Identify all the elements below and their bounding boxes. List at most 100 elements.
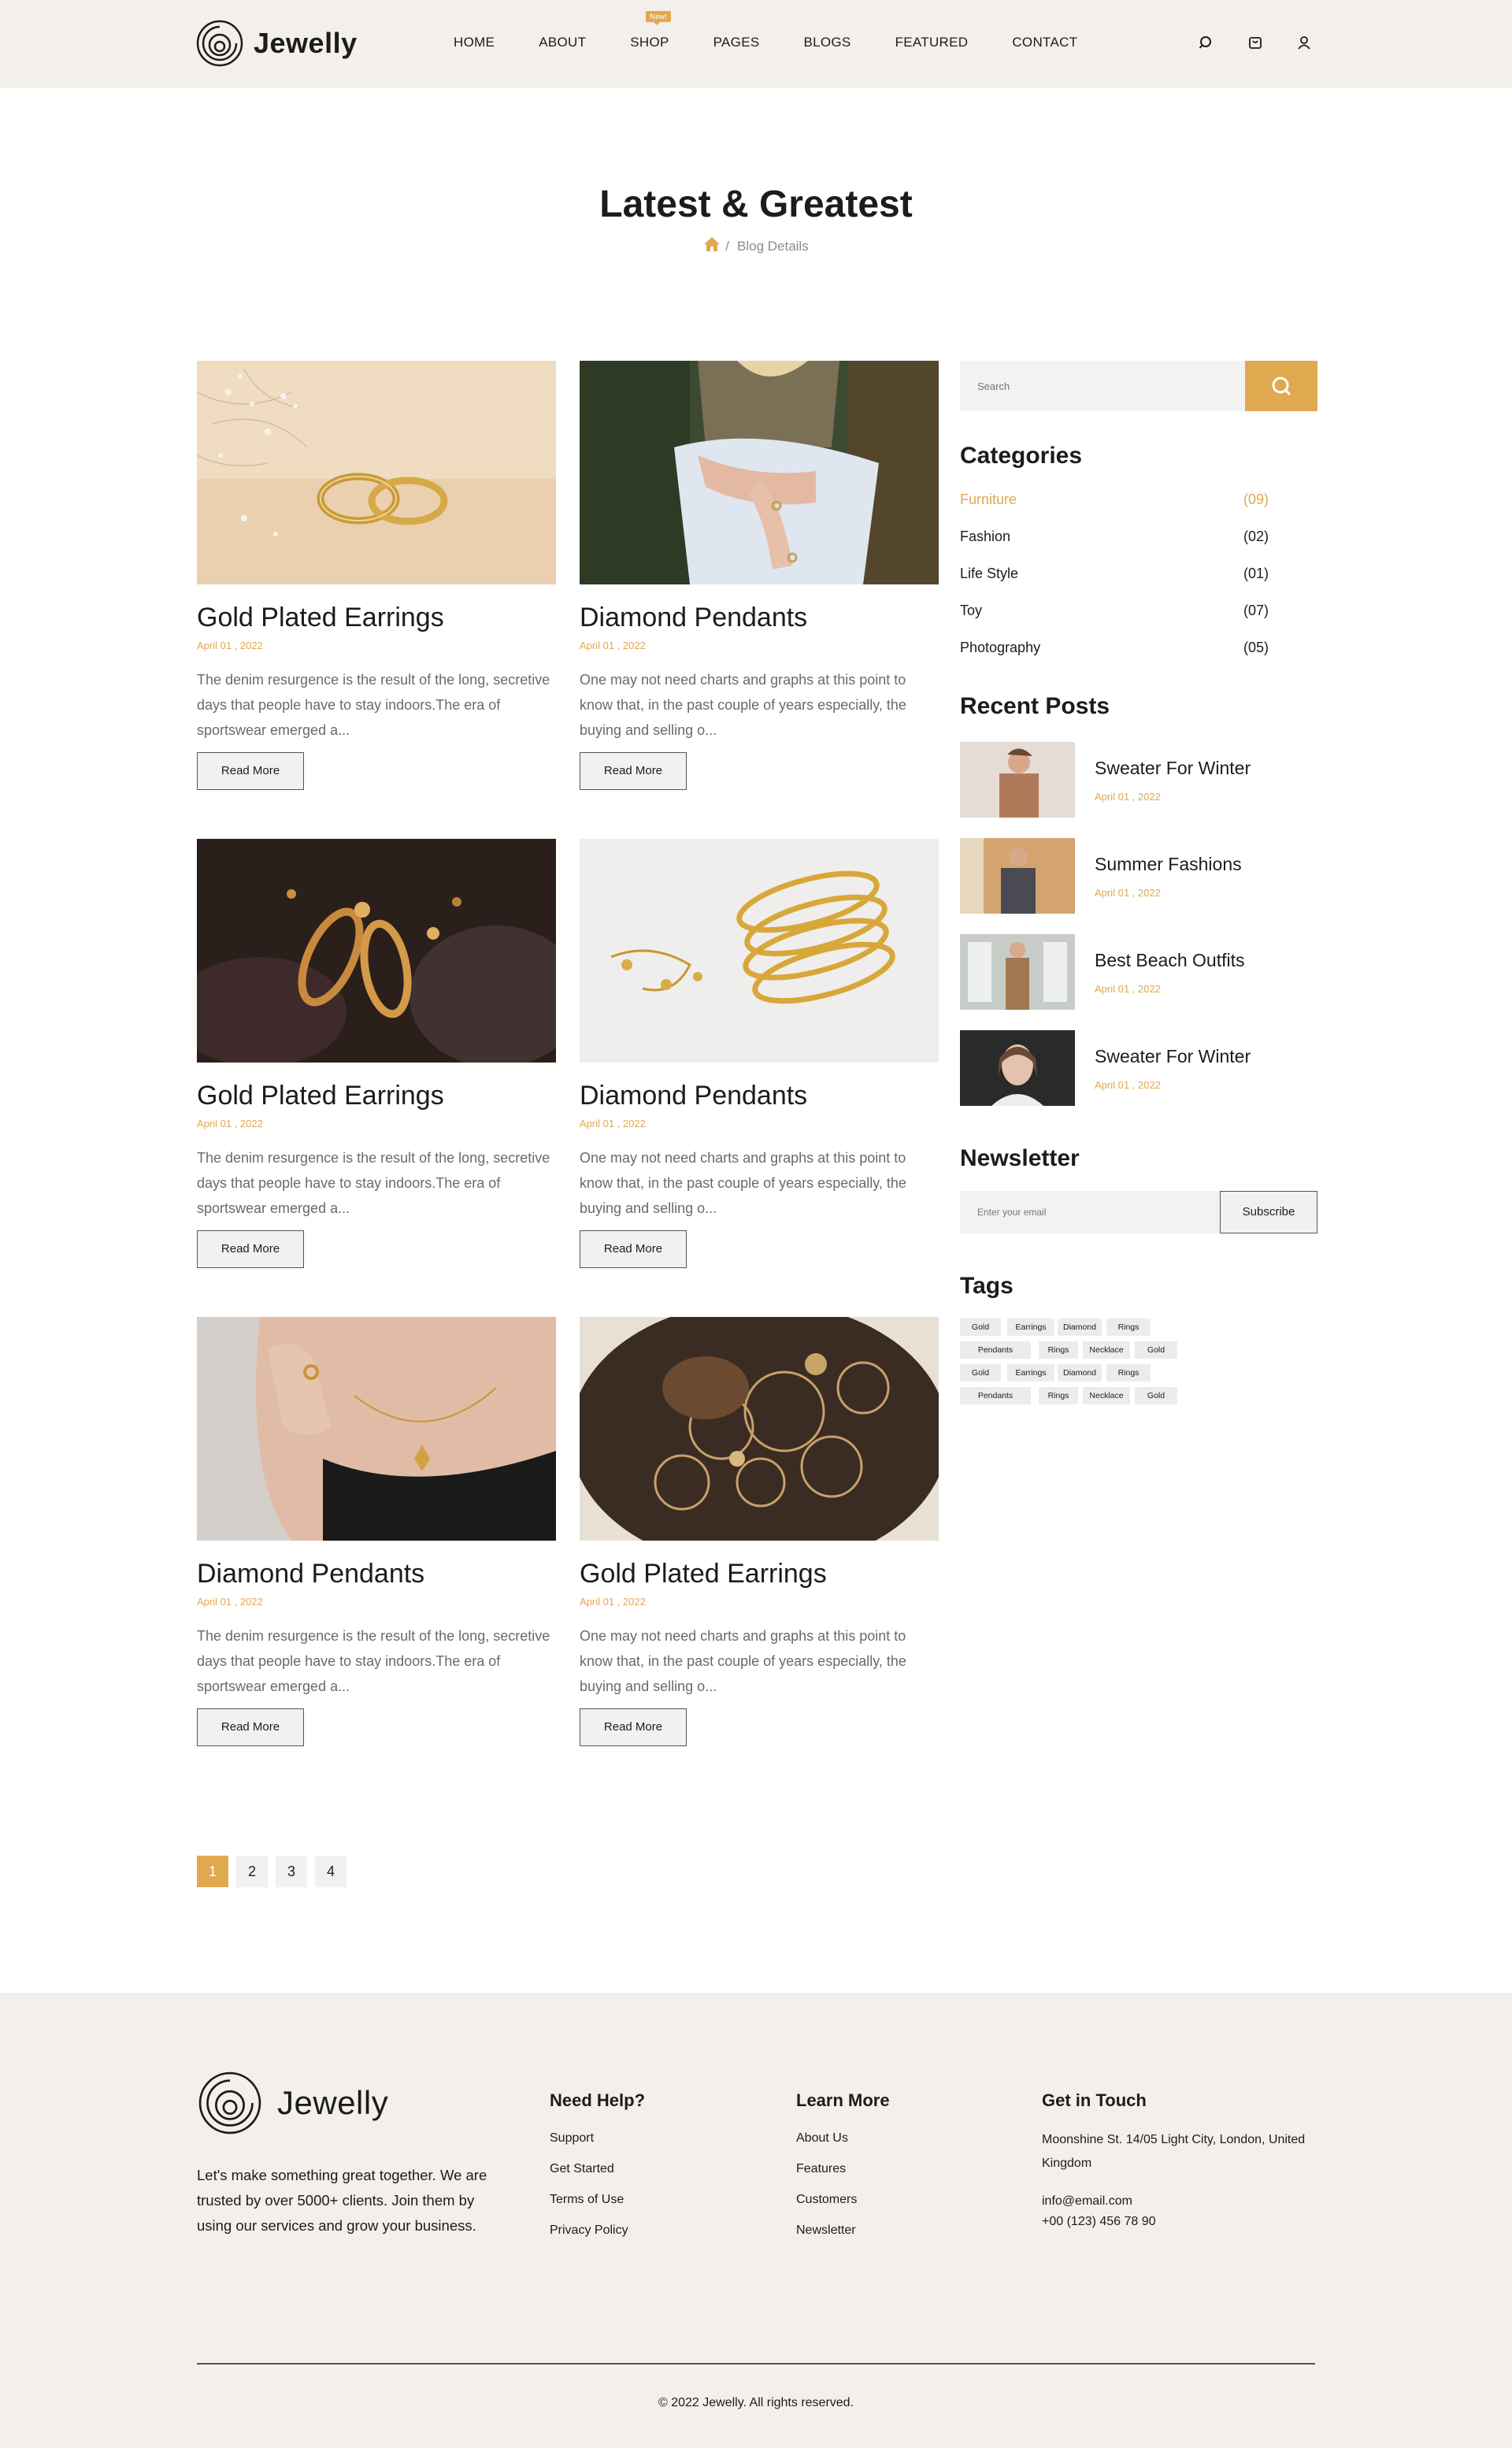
recent-post[interactable]: Sweater For Winter April 01 , 2022: [960, 1030, 1322, 1106]
tag-chip[interactable]: Gold: [1135, 1387, 1177, 1404]
sidebar-search: [960, 361, 1245, 411]
read-more-button[interactable]: Read More: [580, 752, 687, 790]
page-button-2[interactable]: 2: [236, 1856, 268, 1887]
post-excerpt: One may not need charts and graphs at th…: [580, 1150, 906, 1216]
home-icon[interactable]: [703, 236, 721, 256]
footer-help-title: Need Help?: [550, 2090, 646, 2110]
blog-card: Gold Plated Earrings April 01 , 2022 The…: [197, 361, 556, 790]
tag-chip[interactable]: Pendants: [960, 1341, 1031, 1359]
post-image-jewelry-bowl[interactable]: [580, 1317, 939, 1541]
read-more-button[interactable]: Read More: [580, 1708, 687, 1746]
cart-icon[interactable]: [1246, 33, 1265, 52]
nav-pages[interactable]: PAGES: [713, 35, 760, 50]
tag-chip[interactable]: Rings: [1039, 1341, 1078, 1359]
page-button-3[interactable]: 3: [276, 1856, 307, 1887]
nav-shop[interactable]: SHOP New!: [630, 11, 671, 50]
post-image-rings[interactable]: [197, 361, 556, 584]
footer-learn-title: Learn More: [796, 2090, 890, 2110]
main-nav: HOME ABOUT SHOP New! PAGES BLOGS FEATURE…: [454, 11, 1077, 50]
footer-link-terms[interactable]: Terms of Use: [550, 2193, 624, 2207]
page-button-1[interactable]: 1: [197, 1856, 228, 1887]
footer-logo[interactable]: Jewelly: [197, 2070, 388, 2136]
category-item[interactable]: Fashion (02): [960, 529, 1275, 547]
user-icon[interactable]: [1295, 33, 1314, 52]
recent-post-title: Sweater For Winter: [1095, 758, 1251, 778]
tag-chip[interactable]: Rings: [1106, 1364, 1151, 1382]
post-title[interactable]: Gold Plated Earrings: [197, 602, 556, 633]
nav-blogs[interactable]: BLOGS: [803, 35, 850, 50]
footer-link-privacy[interactable]: Privacy Policy: [550, 2224, 628, 2238]
nav-home[interactable]: HOME: [454, 35, 495, 50]
footer-phone[interactable]: +00 (123) 456 78 90: [1042, 2210, 1156, 2234]
category-item[interactable]: Toy (07): [960, 603, 1275, 621]
tag-chip[interactable]: Rings: [1106, 1319, 1151, 1336]
footer-link-newsletter[interactable]: Newsletter: [796, 2224, 856, 2238]
category-count: (09): [1243, 491, 1269, 507]
post-image-gold-bangles[interactable]: [580, 839, 939, 1063]
tag-chip[interactable]: Pendants: [960, 1387, 1031, 1404]
blog-card: Gold Plated Earrings April 01 , 2022 One…: [580, 1317, 939, 1746]
blog-card: Diamond Pendants April 01 , 2022 One may…: [580, 839, 939, 1268]
post-title[interactable]: Diamond Pendants: [580, 602, 939, 633]
tag-chip[interactable]: Gold: [960, 1364, 1001, 1382]
post-title[interactable]: Diamond Pendants: [197, 1558, 556, 1589]
newsletter-email-input[interactable]: [960, 1191, 1220, 1233]
post-image-woman-necklace[interactable]: [197, 1317, 556, 1541]
brand-logo[interactable]: Jewelly: [195, 19, 358, 68]
read-more-button[interactable]: Read More: [197, 1708, 304, 1746]
post-image-hands-rings[interactable]: [580, 361, 939, 584]
tag-chip[interactable]: Diamond: [1058, 1319, 1102, 1336]
category-item[interactable]: Furniture (09): [960, 491, 1275, 510]
category-item[interactable]: Photography (05): [960, 640, 1275, 658]
post-title[interactable]: Gold Plated Earrings: [197, 1080, 556, 1111]
category-item[interactable]: Life Style (01): [960, 566, 1275, 584]
tag-chip[interactable]: Diamond: [1058, 1364, 1102, 1382]
footer-link-features[interactable]: Features: [796, 2162, 846, 2176]
tag-chip[interactable]: Gold: [960, 1319, 1001, 1336]
tag-chip[interactable]: Necklace: [1083, 1341, 1130, 1359]
breadcrumb-current: Blog Details: [737, 239, 809, 254]
footer-link-about[interactable]: About Us: [796, 2131, 848, 2146]
search-icon[interactable]: [1197, 33, 1216, 52]
nav-about[interactable]: ABOUT: [539, 35, 586, 50]
nav-featured[interactable]: FEATURED: [895, 35, 969, 50]
post-date: April 01 , 2022: [197, 1118, 263, 1129]
footer-link-get-started[interactable]: Get Started: [550, 2162, 614, 2176]
spiral-logo-icon: [196, 20, 243, 67]
read-more-button[interactable]: Read More: [197, 1230, 304, 1268]
category-name: Furniture: [960, 491, 1017, 507]
subscribe-button[interactable]: Subscribe: [1220, 1191, 1317, 1233]
post-date: April 01 , 2022: [580, 1596, 646, 1608]
site-footer: Jewelly Let's make something great toget…: [0, 1993, 1512, 2448]
footer-copyright: © 2022 Jewelly. All rights reserved.: [658, 2396, 854, 2409]
page-button-4[interactable]: 4: [315, 1856, 346, 1887]
nav-contact[interactable]: CONTACT: [1012, 35, 1077, 50]
categories-heading: Categories: [960, 443, 1083, 469]
recent-post[interactable]: Summer Fashions April 01 , 2022: [960, 838, 1322, 914]
post-title[interactable]: Diamond Pendants: [580, 1080, 939, 1111]
tag-chip[interactable]: Gold: [1135, 1341, 1177, 1359]
post-title[interactable]: Gold Plated Earrings: [580, 1558, 939, 1589]
category-name: Fashion: [960, 529, 1011, 544]
recent-post-thumbnail: [960, 742, 1075, 818]
footer-link-customers[interactable]: Customers: [796, 2193, 857, 2207]
tag-chip[interactable]: Necklace: [1083, 1387, 1130, 1404]
footer-link-support[interactable]: Support: [550, 2131, 594, 2146]
category-name: Photography: [960, 640, 1041, 655]
category-count: (02): [1243, 529, 1269, 544]
post-image-gold-rings-dark[interactable]: [197, 839, 556, 1063]
recent-post[interactable]: Best Beach Outfits April 01 , 2022: [960, 934, 1322, 1010]
tag-chip[interactable]: Earrings: [1007, 1364, 1054, 1382]
read-more-button[interactable]: Read More: [197, 752, 304, 790]
tag-chip[interactable]: Rings: [1039, 1387, 1078, 1404]
recent-post[interactable]: Sweater For Winter April 01 , 2022: [960, 742, 1322, 818]
tag-chip[interactable]: Earrings: [1007, 1319, 1054, 1336]
recent-post-thumbnail: [960, 934, 1075, 1010]
read-more-button[interactable]: Read More: [580, 1230, 687, 1268]
breadcrumb: / Blog Details: [0, 236, 1512, 256]
recent-post-date: April 01 , 2022: [1095, 983, 1161, 995]
search-button[interactable]: [1245, 361, 1317, 411]
search-input[interactable]: [960, 361, 1245, 411]
blog-card: Diamond Pendants April 01 , 2022 One may…: [580, 361, 939, 790]
site-header: Jewelly HOME ABOUT SHOP New! PAGES BLOGS…: [0, 0, 1512, 88]
